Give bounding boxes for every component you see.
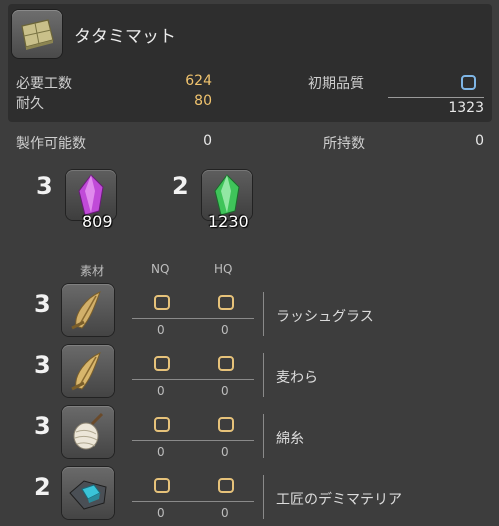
initial-quality-hq-checkbox[interactable] [461, 75, 476, 90]
row-divider [132, 379, 254, 380]
nq-column-header: NQ [151, 262, 170, 276]
hq-owned-count: 0 [221, 445, 229, 459]
row-vertical-divider [263, 353, 264, 397]
item-icon[interactable] [12, 10, 62, 58]
owned-label: 所持数 [323, 136, 365, 152]
material-count: 3 [34, 412, 51, 440]
craftable-label: 製作可能数 [16, 136, 86, 152]
row-vertical-divider [263, 475, 264, 519]
nq-checkbox[interactable] [154, 356, 170, 371]
quality-divider [388, 97, 484, 98]
row-divider [132, 318, 254, 319]
crystal-required-count: 2 [172, 172, 189, 200]
material-count: 2 [34, 473, 51, 501]
cotton-yarn-icon [73, 412, 104, 450]
durability-label: 耐久 [16, 96, 44, 112]
row-divider [132, 440, 254, 441]
material-name: ラッシュグラス [276, 309, 374, 325]
material-slot[interactable] [62, 467, 114, 519]
material-name: 麦わら [276, 370, 318, 386]
material-slot[interactable] [62, 406, 114, 458]
hq-checkbox[interactable] [218, 295, 234, 310]
demimateria-icon [69, 480, 107, 510]
material-name: 工匠のデミマテリア [276, 492, 402, 508]
crystal-owned-count: 809 [82, 212, 113, 231]
hq-owned-count: 0 [221, 384, 229, 398]
nq-owned-count: 0 [157, 445, 165, 459]
crystal-owned-count: 1230 [208, 212, 249, 231]
material-slot[interactable] [62, 284, 114, 336]
hq-column-header: HQ [214, 262, 233, 276]
initial-quality-label: 初期品質 [308, 76, 364, 92]
owned-value: 0 [475, 133, 484, 149]
row-vertical-divider [263, 292, 264, 336]
nq-checkbox[interactable] [154, 295, 170, 310]
tatami-mat-icon [21, 19, 54, 50]
nq-owned-count: 0 [157, 384, 165, 398]
required-work-label: 必要工数 [16, 76, 72, 92]
nq-owned-count: 0 [157, 323, 165, 337]
material-count: 3 [34, 290, 51, 318]
straw-icon [71, 352, 101, 391]
hq-owned-count: 0 [221, 506, 229, 520]
material-column-header: 素材 [80, 264, 105, 278]
hq-checkbox[interactable] [218, 478, 234, 493]
hq-checkbox[interactable] [218, 417, 234, 432]
lightning-crystal-icon [78, 174, 104, 216]
crystal-required-count: 3 [36, 172, 53, 200]
material-count: 3 [34, 351, 51, 379]
required-work-value: 624 [185, 73, 212, 89]
hq-checkbox[interactable] [218, 356, 234, 371]
material-name: 綿糸 [276, 431, 304, 447]
nq-owned-count: 0 [157, 506, 165, 520]
rush-grass-icon [71, 291, 101, 330]
wind-crystal-icon [214, 174, 240, 216]
craftable-value: 0 [203, 133, 212, 149]
durability-value: 80 [194, 93, 212, 109]
row-vertical-divider [263, 414, 264, 458]
quality-max-value: 1323 [448, 100, 484, 116]
nq-checkbox[interactable] [154, 417, 170, 432]
item-name: タタミマット [74, 27, 176, 47]
material-slot[interactable] [62, 345, 114, 397]
nq-checkbox[interactable] [154, 478, 170, 493]
hq-owned-count: 0 [221, 323, 229, 337]
row-divider [132, 501, 254, 502]
